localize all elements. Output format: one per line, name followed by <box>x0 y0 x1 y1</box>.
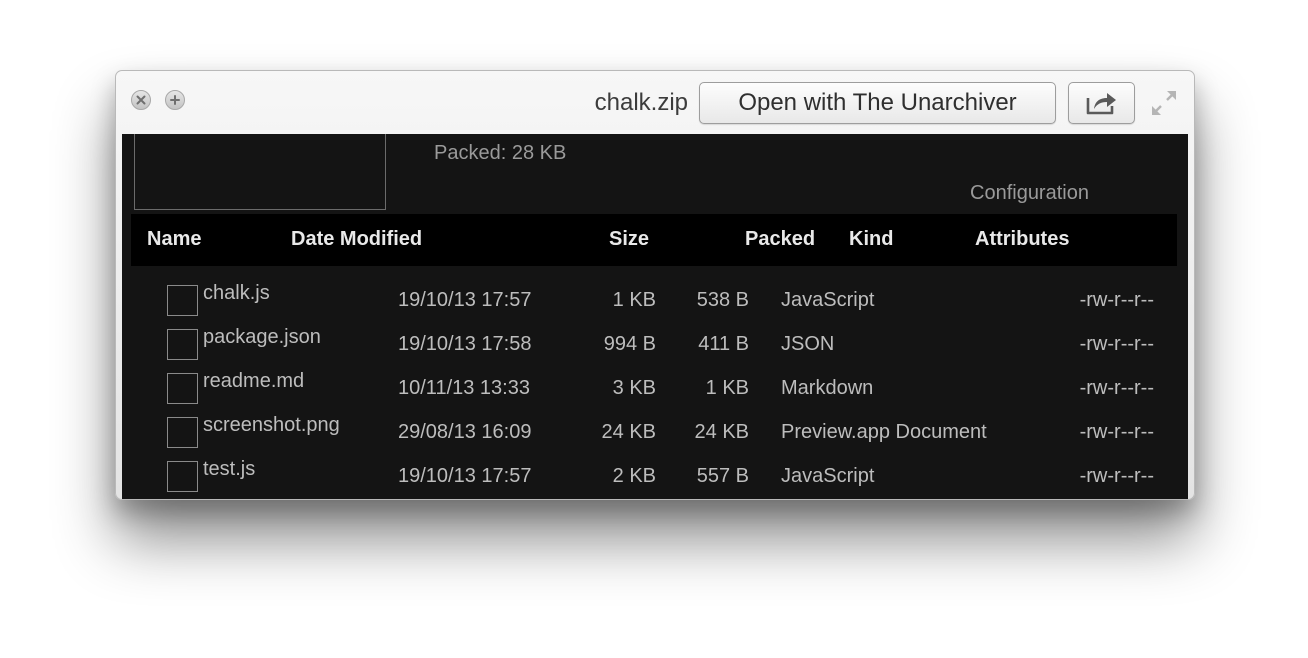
file-name: chalk.js <box>203 282 270 304</box>
packed-summary: Packed: 28 KB <box>434 142 567 164</box>
file-date-modified: 19/10/13 17:58 <box>398 333 532 355</box>
table-header: Name Date Modified Size Packed Kind Attr… <box>131 214 1177 266</box>
file-icon <box>167 417 198 448</box>
file-attributes: -rw-r--r-- <box>1079 333 1154 355</box>
file-attributes: -rw-r--r-- <box>1079 377 1154 399</box>
archive-preview: Packed: 28 KB Configuration Name Date Mo… <box>122 134 1188 499</box>
file-attributes: -rw-r--r-- <box>1079 465 1154 487</box>
file-name: screenshot.png <box>203 414 340 436</box>
file-icon <box>167 373 198 404</box>
file-size: 3 KB <box>612 377 656 399</box>
file-kind: JavaScript <box>781 465 875 487</box>
close-button[interactable] <box>131 90 151 110</box>
file-size: 1 KB <box>612 289 656 311</box>
window-title: chalk.zip <box>594 89 688 116</box>
open-with-button[interactable]: Open with The Unarchiver <box>699 82 1056 124</box>
file-packed-size: 1 KB <box>705 377 749 399</box>
configuration-label: Configuration <box>970 182 1089 204</box>
file-icon <box>167 329 198 360</box>
file-attributes: -rw-r--r-- <box>1079 421 1154 443</box>
column-header-kind[interactable]: Kind <box>849 228 893 251</box>
share-icon <box>1086 93 1116 115</box>
file-name: readme.md <box>203 370 305 392</box>
file-date-modified: 19/10/13 17:57 <box>398 465 532 487</box>
file-packed-size: 24 KB <box>694 421 749 443</box>
file-name: package.json <box>203 326 321 348</box>
column-header-date-modified[interactable]: Date Modified <box>291 228 422 251</box>
plus-icon <box>170 95 180 105</box>
file-date-modified: 10/11/13 13:33 <box>398 377 530 399</box>
fullscreen-button[interactable] <box>1149 88 1179 118</box>
file-size: 994 B <box>603 333 656 355</box>
file-date-modified: 29/08/13 16:09 <box>398 421 532 443</box>
file-date-modified: 19/10/13 17:57 <box>398 289 532 311</box>
file-kind: Preview.app Document <box>781 421 987 443</box>
column-header-name[interactable]: Name <box>147 228 201 251</box>
archive-thumbnail <box>134 134 386 210</box>
file-kind: Markdown <box>781 377 874 399</box>
file-packed-size: 557 B <box>696 465 749 487</box>
file-name: test.js <box>203 458 256 480</box>
file-size: 24 KB <box>601 421 656 443</box>
file-icon <box>167 461 198 492</box>
share-button[interactable] <box>1068 82 1135 124</box>
quicklook-window: chalk.zip Open with The Unarchiver Packe… <box>115 70 1195 500</box>
file-packed-size: 411 B <box>698 333 749 355</box>
close-icon <box>136 95 146 105</box>
table-row[interactable]: screenshot.png 29/08/13 16:09 24 KB 24 K… <box>122 410 1188 454</box>
file-size: 2 KB <box>612 465 656 487</box>
column-header-attributes[interactable]: Attributes <box>975 228 1069 251</box>
column-header-packed[interactable]: Packed <box>745 228 815 251</box>
table-row[interactable]: test.js 19/10/13 17:57 2 KB 557 B JavaSc… <box>122 454 1188 498</box>
fullscreen-expand-icon <box>1152 91 1176 115</box>
zoom-button[interactable] <box>165 90 185 110</box>
file-icon <box>167 285 198 316</box>
table-row[interactable]: chalk.js 19/10/13 17:57 1 KB 538 B JavaS… <box>122 278 1188 322</box>
file-kind: JSON <box>781 333 835 355</box>
file-attributes: -rw-r--r-- <box>1079 289 1154 311</box>
column-header-size[interactable]: Size <box>609 228 649 251</box>
file-packed-size: 538 B <box>696 289 749 311</box>
table-row[interactable]: readme.md 10/11/13 13:33 3 KB 1 KB Markd… <box>122 366 1188 410</box>
table-row[interactable]: package.json 19/10/13 17:58 994 B 411 B … <box>122 322 1188 366</box>
file-kind: JavaScript <box>781 289 875 311</box>
